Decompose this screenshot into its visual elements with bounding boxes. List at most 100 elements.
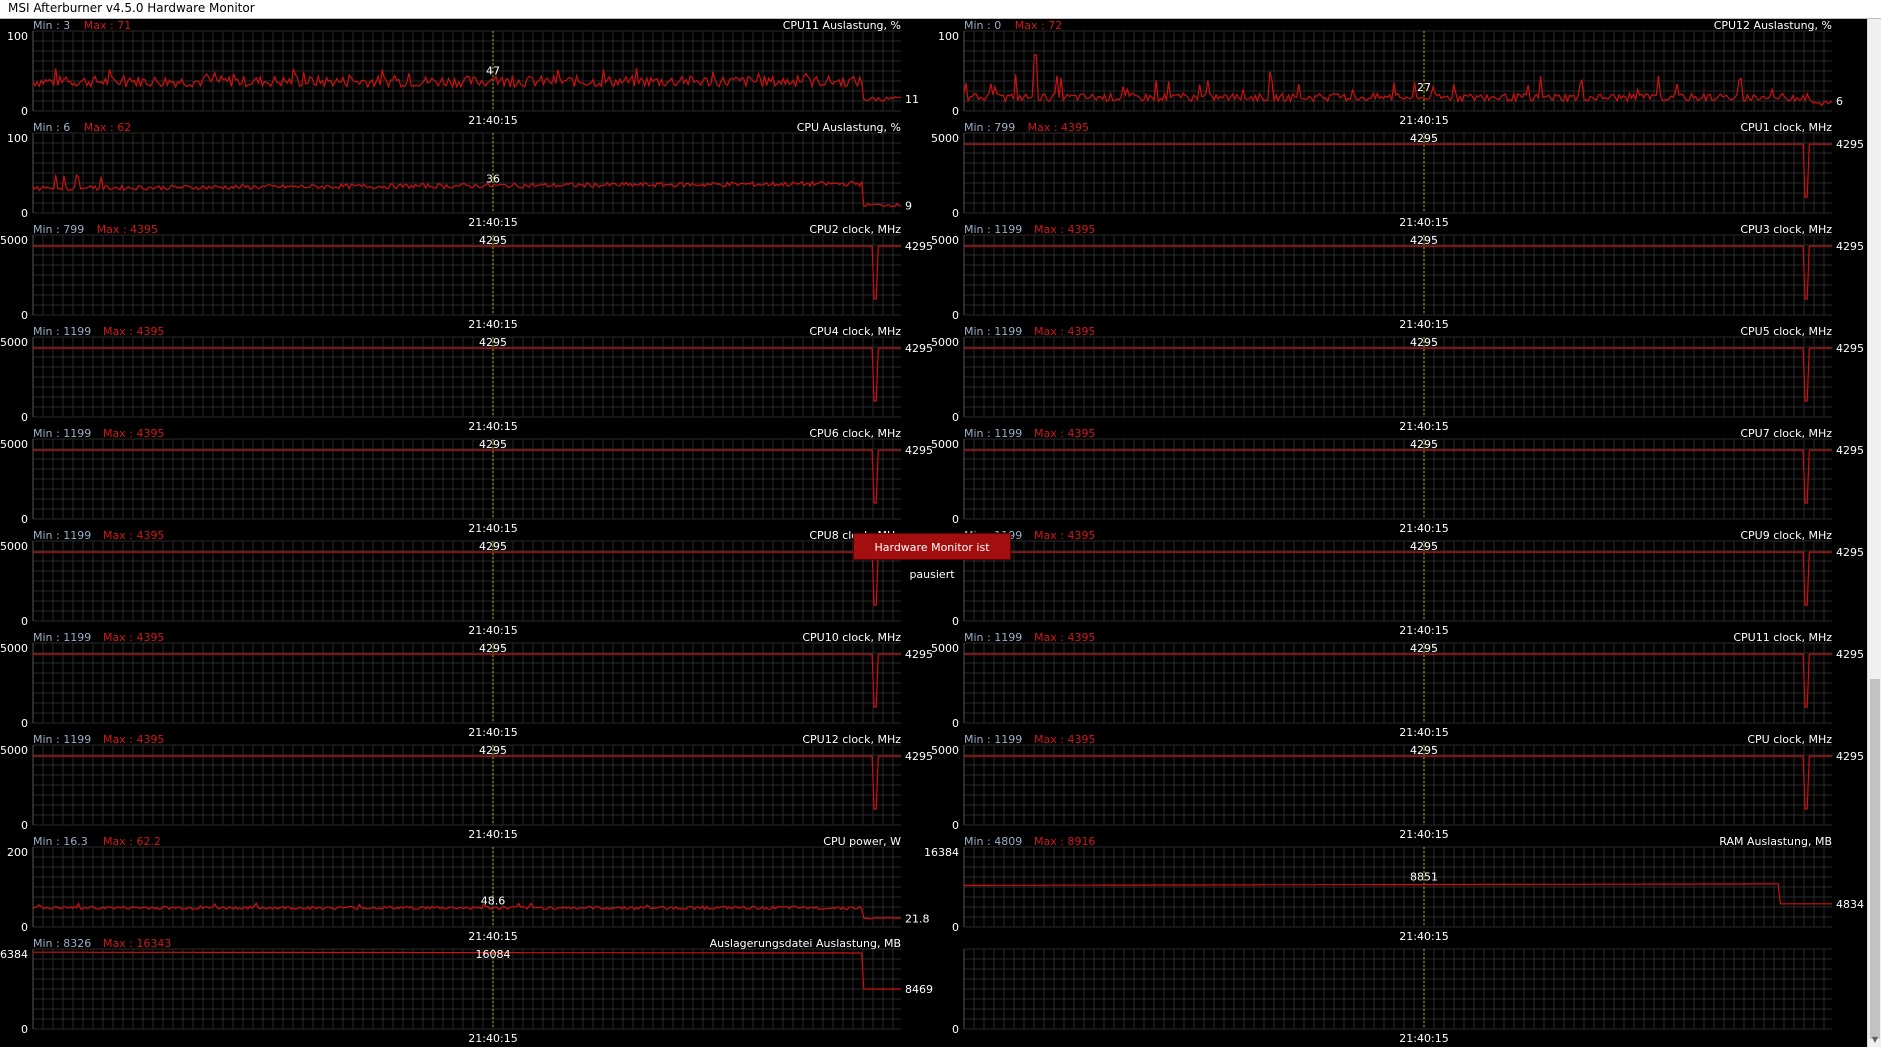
max-label: Max : 16343: [103, 937, 171, 950]
max-label: Max : 4395: [97, 223, 158, 236]
min-label: Min : 0: [964, 19, 1001, 32]
y-max-tick: 5000: [931, 132, 959, 145]
time-label: 21:40:15: [468, 420, 517, 433]
y-max-tick: 5000: [0, 438, 28, 451]
min-label: Min : 6: [33, 121, 70, 134]
y-min-tick: 0: [21, 615, 28, 628]
end-value: 11: [905, 93, 919, 106]
y-min-tick: 0: [952, 207, 959, 220]
cursor-value: 36: [486, 173, 500, 186]
min-label: Min : 1199: [964, 325, 1022, 338]
end-value: 4295: [905, 750, 933, 763]
max-label: Max : 4395: [103, 427, 164, 440]
y-max-tick: 200: [7, 846, 28, 859]
y-min-tick: 0: [21, 207, 28, 220]
y-min-tick: 0: [952, 105, 959, 118]
graph-title: CPU10 clock, MHz: [802, 631, 901, 644]
y-min-tick: 0: [21, 1023, 28, 1036]
min-label: Min : 16.3: [33, 835, 88, 848]
time-label: 21:40:15: [1399, 420, 1448, 433]
y-min-tick: 0: [952, 1023, 959, 1036]
graph-title: CPU7 clock, MHz: [1740, 427, 1832, 440]
cursor-value: 4295: [1410, 234, 1438, 247]
time-label: 21:40:15: [1399, 216, 1448, 229]
scrollbar-thumb[interactable]: [1870, 679, 1880, 1039]
time-label: 21:40:15: [468, 726, 517, 739]
graph-title: CPU11 Auslastung, %: [783, 19, 901, 32]
time-label: 21:40:15: [1399, 828, 1448, 841]
graph-title: CPU1 clock, MHz: [1740, 121, 1832, 134]
cursor-value: 4295: [1410, 642, 1438, 655]
cursor-value: 4295: [479, 438, 507, 451]
cursor-value: 4295: [1410, 336, 1438, 349]
title-bar: MSI Afterburner v4.5.0 Hardware Monitor: [0, 0, 1881, 19]
y-max-tick: 5000: [931, 744, 959, 757]
min-label: Min : 799: [33, 223, 84, 236]
end-value: 8469: [905, 983, 933, 996]
max-label: Max : 4395: [103, 529, 164, 542]
max-label: Max : 4395: [1034, 631, 1095, 644]
max-label: Max : 4395: [103, 631, 164, 644]
end-value: 4295: [1836, 648, 1864, 661]
y-min-tick: 0: [952, 411, 959, 424]
time-label: 21:40:15: [1399, 114, 1448, 127]
y-min-tick: 0: [952, 309, 959, 322]
scroll-down-arrow-icon[interactable]: ▼: [1870, 1035, 1880, 1045]
cursor-value: 16084: [476, 948, 511, 961]
y-min-tick: 0: [952, 513, 959, 526]
y-max-tick: 5000: [931, 336, 959, 349]
min-label: Min : 4809: [964, 835, 1022, 848]
min-label: Min : 1199: [33, 631, 91, 644]
time-label: 21:40:15: [468, 216, 517, 229]
end-value: 9: [905, 200, 912, 213]
vertical-scrollbar[interactable]: ▼: [1867, 19, 1881, 1047]
end-value: 4295: [905, 342, 933, 355]
min-label: Min : 1199: [964, 223, 1022, 236]
max-label: Max : 71: [84, 19, 131, 32]
cursor-value: 8851: [1410, 871, 1438, 884]
cursor-value: 4295: [479, 234, 507, 247]
time-label: 21:40:15: [468, 522, 517, 535]
cursor-value: 4295: [479, 744, 507, 757]
y-min-tick: 0: [21, 921, 28, 934]
end-value: 4295: [1836, 444, 1864, 457]
min-label: Min : 1199: [33, 529, 91, 542]
cursor-value: 4295: [1410, 744, 1438, 757]
time-label: 21:40:15: [468, 828, 517, 841]
cursor-value: 4295: [479, 642, 507, 655]
time-label: 21:40:15: [1399, 726, 1448, 739]
window-title: MSI Afterburner v4.5.0 Hardware Monitor: [8, 1, 255, 15]
graph-title: Auslagerungsdatei Auslastung, MB: [710, 937, 901, 950]
y-min-tick: 0: [952, 615, 959, 628]
cursor-value: 47: [486, 64, 500, 77]
y-max-tick: 16384: [0, 948, 28, 961]
end-value: 4834: [1836, 898, 1864, 911]
end-value: 4295: [1836, 750, 1864, 763]
time-label: 21:40:15: [1399, 522, 1448, 535]
max-label: Max : 4395: [1034, 325, 1095, 338]
y-min-tick: 0: [952, 819, 959, 832]
end-value: 4295: [1836, 138, 1864, 151]
min-label: Min : 1199: [33, 733, 91, 746]
max-label: Max : 4395: [1034, 529, 1095, 542]
time-label: 21:40:15: [468, 1032, 517, 1045]
max-label: Max : 4395: [103, 325, 164, 338]
y-max-tick: 5000: [931, 642, 959, 655]
min-label: Min : 1199: [964, 733, 1022, 746]
end-value: 21.8: [905, 913, 930, 926]
y-min-tick: 0: [21, 411, 28, 424]
y-min-tick: 0: [952, 717, 959, 730]
max-label: Max : 8916: [1034, 835, 1095, 848]
min-label: Min : 799: [964, 121, 1015, 134]
min-label: Min : 8326: [33, 937, 91, 950]
end-value: 4295: [905, 648, 933, 661]
y-max-tick: 5000: [0, 540, 28, 553]
min-label: Min : 3: [33, 19, 70, 32]
time-label: 21:40:15: [1399, 930, 1448, 943]
cursor-value: 4295: [479, 336, 507, 349]
max-label: Max : 62.2: [103, 835, 161, 848]
y-min-tick: 0: [21, 309, 28, 322]
time-label: 21:40:15: [468, 624, 517, 637]
paused-tooltip: Hardware Monitor ist pausiert: [853, 533, 1011, 581]
hardware-monitor-panel[interactable]: Min : 3 Max : 71 CPU11 Auslastung, % 100 0 21…: [0, 19, 1867, 1047]
